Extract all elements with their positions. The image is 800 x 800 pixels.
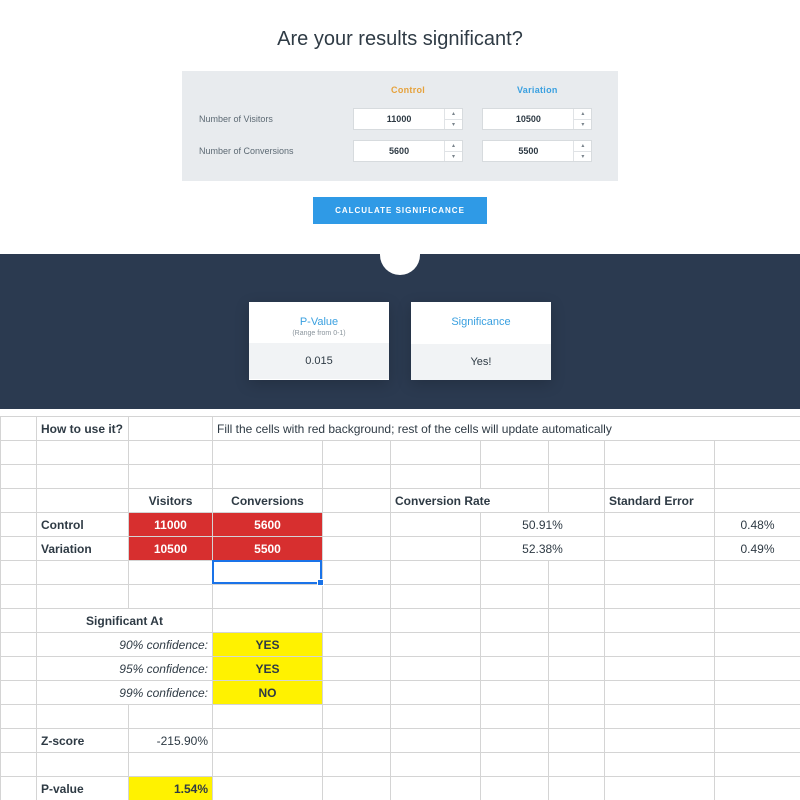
cell-variation-conversions[interactable]: 5500	[213, 537, 323, 561]
card-pvalue-value: 0.015	[249, 343, 389, 379]
hdr-convrate: Conversion Rate	[391, 489, 549, 513]
input-variation-conversions[interactable]: ▴▾	[482, 140, 592, 162]
chevron-down-icon[interactable]: ▾	[445, 119, 462, 130]
card-pvalue-title: P-Value	[292, 316, 345, 328]
calculate-button[interactable]: CALCULATE SIGNIFICANCE	[313, 197, 487, 224]
chevron-up-icon[interactable]: ▴	[574, 109, 591, 119]
cell-control-visitors[interactable]: 11000	[129, 513, 213, 537]
input-variation-visitors[interactable]: ▴▾	[482, 108, 592, 130]
cell-variation-visitors[interactable]: 10500	[129, 537, 213, 561]
card-significance-value: Yes!	[411, 344, 551, 380]
input-control-visitors[interactable]: ▴▾	[353, 108, 463, 130]
input-control-conversions[interactable]: ▴▾	[353, 140, 463, 162]
input-control-visitors-field[interactable]	[354, 109, 444, 129]
spreadsheet[interactable]: How to use it? Fill the cells with red b…	[0, 416, 800, 800]
hdr-stderr: Standard Error	[605, 489, 715, 513]
spinner-variation-conversions[interactable]: ▴▾	[573, 141, 591, 161]
cell-control-conversions[interactable]: 5600	[213, 513, 323, 537]
label-conversions: Number of Conversions	[198, 135, 343, 167]
spinner-control-conversions[interactable]: ▴▾	[444, 141, 462, 161]
chevron-down-icon[interactable]: ▾	[574, 151, 591, 162]
zscore-val: -215.90%	[129, 729, 213, 753]
input-variation-conversions-field[interactable]	[483, 141, 573, 161]
results-strip: P-Value (Range from 0-1) 0.015 Significa…	[0, 254, 800, 409]
zscore-label: Z-score	[37, 729, 129, 753]
hdr-visitors: Visitors	[129, 489, 213, 513]
calculator-panel: Control Variation Number of Visitors ▴▾ …	[182, 71, 618, 181]
input-variation-visitors-field[interactable]	[483, 109, 573, 129]
header-control: Control	[343, 81, 472, 103]
sig-90-val: YES	[213, 633, 323, 657]
cell-control-convrate: 50.91%	[481, 513, 605, 537]
row-variation-label: Variation	[37, 537, 129, 561]
chevron-up-icon[interactable]: ▴	[445, 109, 462, 119]
sig-99-val: NO	[213, 681, 323, 705]
spinner-control-visitors[interactable]: ▴▾	[444, 109, 462, 129]
row-control-label: Control	[37, 513, 129, 537]
spinner-variation-visitors[interactable]: ▴▾	[573, 109, 591, 129]
card-pvalue: P-Value (Range from 0-1) 0.015	[249, 302, 389, 380]
sig-header: Significant At	[37, 609, 213, 633]
input-control-conversions-field[interactable]	[354, 141, 444, 161]
cell-variation-stderr: 0.49%	[715, 537, 800, 561]
sig-99-label: 99% confidence:	[37, 681, 213, 705]
card-significance: Significance Yes!	[411, 302, 551, 380]
cell-variation-convrate: 52.38%	[481, 537, 605, 561]
chevron-up-icon[interactable]: ▴	[574, 141, 591, 151]
card-significance-title: Significance	[451, 316, 510, 328]
label-visitors: Number of Visitors	[198, 103, 343, 135]
howto-label: How to use it?	[37, 417, 129, 441]
card-pvalue-subtitle: (Range from 0-1)	[292, 330, 345, 337]
sig-90-label: 90% confidence:	[37, 633, 213, 657]
chevron-up-icon[interactable]: ▴	[445, 141, 462, 151]
sig-95-val: YES	[213, 657, 323, 681]
howto-text: Fill the cells with red background; rest…	[213, 417, 800, 441]
pvalue-label: P-value	[37, 777, 129, 800]
chevron-down-icon[interactable]: ▾	[574, 119, 591, 130]
cell-control-stderr: 0.48%	[715, 513, 800, 537]
chevron-down-icon[interactable]: ▾	[445, 151, 462, 162]
header-variation: Variation	[473, 81, 602, 103]
hdr-conversions: Conversions	[213, 489, 323, 513]
sig-95-label: 95% confidence:	[37, 657, 213, 681]
pvalue-val: 1.54%	[129, 777, 213, 800]
page-title: Are your results significant?	[0, 28, 800, 51]
